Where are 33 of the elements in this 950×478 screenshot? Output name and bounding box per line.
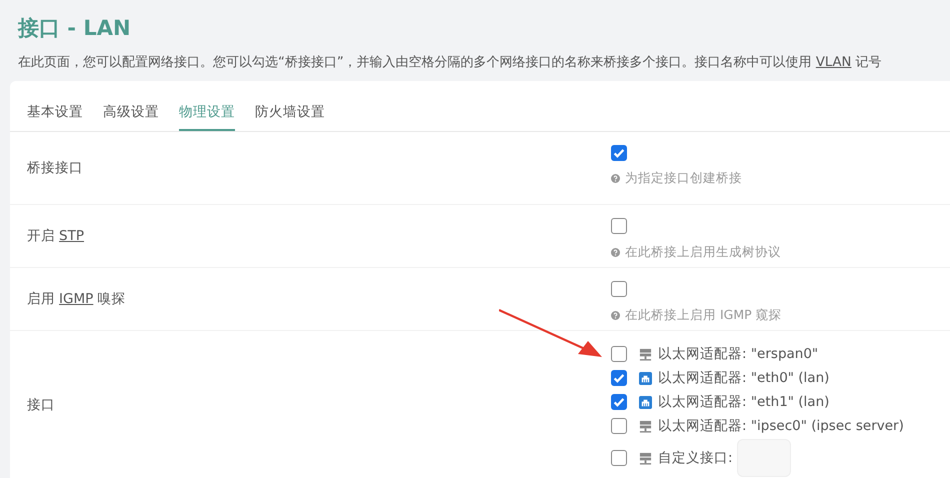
- option-label: 以太网适配器: "ipsec0" (ipsec server): [658, 417, 904, 435]
- checkbox[interactable]: [611, 281, 627, 297]
- field-label: 接口: [27, 396, 55, 414]
- ethernet-port-icon: [639, 372, 652, 384]
- help-icon: [611, 311, 620, 320]
- checkbox[interactable]: [611, 370, 627, 386]
- option-label: 以太网适配器: "eth1" (lan): [658, 393, 830, 411]
- option-label: 自定义接口:: [658, 449, 733, 467]
- page-description: 在此页面，您可以配置网络接口。您可以勾选“桥接接口”，并输入由空格分隔的多个网络接口的名称来桥接多个接口。接口名称中可以使用 VLAN 记号: [18, 54, 883, 71]
- checkbox[interactable]: [611, 218, 627, 234]
- help-icon: [611, 174, 620, 183]
- server-icon: [639, 420, 652, 432]
- field-label: 桥接接口: [27, 159, 83, 177]
- checkbox[interactable]: [611, 145, 627, 161]
- checkbox[interactable]: [611, 394, 627, 410]
- checkbox[interactable]: [611, 450, 627, 466]
- option-label: 以太网适配器: "erspan0": [658, 345, 818, 363]
- help-text: 为指定接口创建桥接: [625, 170, 742, 187]
- server-icon: [639, 452, 652, 464]
- help-text: 在此桥接上启用生成树协议: [625, 244, 781, 261]
- help-icon: [611, 248, 620, 257]
- checkbox[interactable]: [611, 346, 627, 362]
- help-text: 在此桥接上启用 IGMP 窥探: [625, 307, 782, 324]
- ethernet-port-icon: [639, 396, 652, 408]
- tab[interactable]: 防火墙设置: [255, 103, 325, 131]
- page-title: 接口 - LAN: [16, 15, 132, 42]
- option-label: 以太网适配器: "eth0" (lan): [658, 369, 830, 387]
- field-label: 开启 STP: [27, 227, 84, 245]
- field-label: 启用 IGMP 嗅探: [27, 290, 126, 308]
- tab[interactable]: 高级设置: [103, 103, 159, 131]
- tab[interactable]: 基本设置: [27, 103, 83, 131]
- checkbox[interactable]: [611, 418, 627, 434]
- server-icon: [639, 348, 652, 360]
